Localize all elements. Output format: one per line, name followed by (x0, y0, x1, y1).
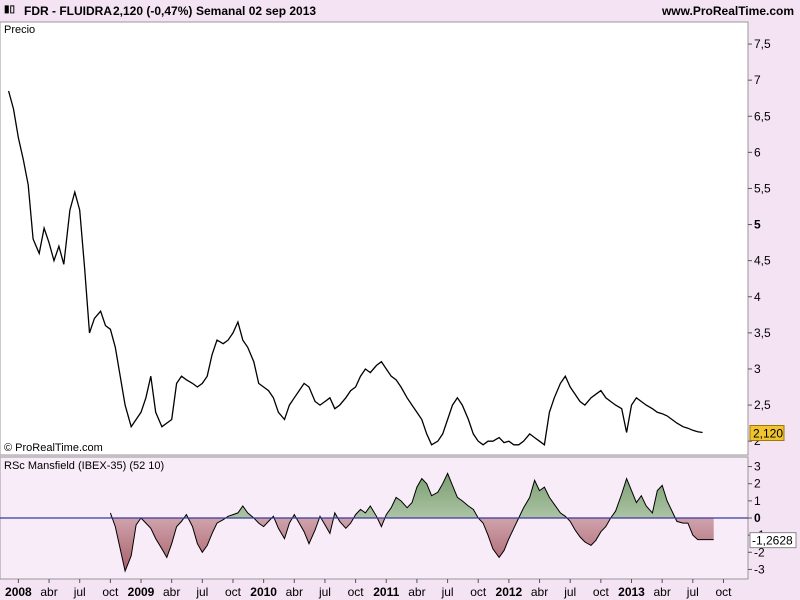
price-y-tick-label: 3 (754, 362, 761, 376)
price-y-tick-label: 3,5 (754, 326, 771, 340)
x-tick-label: 2009 (128, 585, 155, 599)
x-tick-label: oct (348, 585, 365, 599)
x-tick-label: jul (441, 585, 454, 599)
indicator-y-tick-label: 0 (754, 511, 761, 525)
x-tick-label: jul (318, 585, 331, 599)
x-tick-label: abr (653, 585, 670, 599)
price-y-tick-label: 2,5 (754, 398, 771, 412)
price-y-tick-label: 7,5 (754, 37, 771, 51)
indicator-y-tick-label: -3 (754, 562, 765, 576)
price-y-tick-label: 6 (754, 145, 761, 159)
indicator-panel-title: RSc Mansfield (IBEX-35) (52 10) (4, 460, 164, 472)
x-tick-label: oct (593, 585, 610, 599)
price-y-tick-label: 6,5 (754, 109, 771, 123)
price-y-tick-label: 7 (754, 73, 761, 87)
price-plot-background (0, 21, 749, 456)
price-panel-title: Precio (4, 24, 35, 36)
x-tick-label: abr (408, 585, 425, 599)
x-tick-label: oct (102, 585, 119, 599)
indicator-y-tick-label: 1 (754, 494, 761, 508)
x-tick-label: 2013 (618, 585, 645, 599)
x-tick-label: oct (470, 585, 487, 599)
chart-area: 7,576,565,554,543,532,522,1203210-1-2-3-… (0, 21, 797, 599)
price-y-tick-label: 4,5 (754, 254, 771, 268)
price-y-tick-label: 4 (754, 290, 761, 304)
x-tick-label: jul (73, 585, 86, 599)
price-y-tick-label: 5 (754, 218, 761, 232)
indicator-last-label: -1,2628 (752, 534, 793, 548)
x-tick-label: abr (40, 585, 57, 599)
x-tick-label: jul (195, 585, 208, 599)
price-y-tick-label: 5,5 (754, 181, 771, 195)
x-tick-label: jul (563, 585, 576, 599)
x-tick-label: abr (531, 585, 548, 599)
x-tick-label: 2010 (250, 585, 277, 599)
x-tick-label: oct (715, 585, 732, 599)
indicator-y-tick-label: 3 (754, 460, 761, 474)
x-tick-label: oct (225, 585, 242, 599)
x-tick-label: 2012 (496, 585, 523, 599)
copyright-label: © ProRealTime.com (4, 442, 103, 454)
x-tick-label: 2008 (5, 585, 32, 599)
x-tick-label: abr (163, 585, 180, 599)
x-tick-label: 2011 (373, 585, 399, 599)
indicator-y-tick-label: 2 (754, 477, 761, 491)
x-tick-label: jul (686, 585, 699, 599)
price-last-label: 2,120 (753, 427, 783, 441)
x-tick-label: abr (286, 585, 303, 599)
